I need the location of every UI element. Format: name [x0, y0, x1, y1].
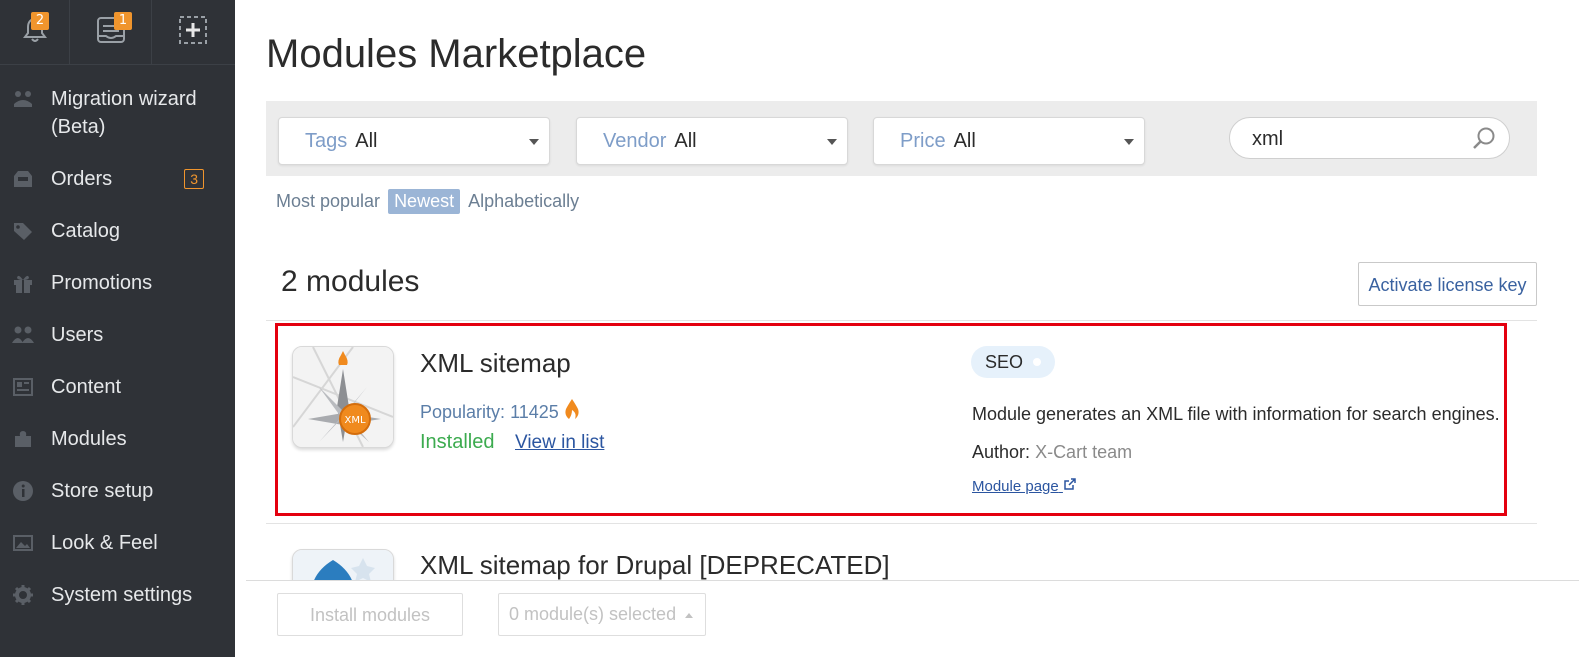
module-page-link[interactable]: Module page [972, 478, 1076, 495]
selected-modules-dropdown[interactable]: 0 module(s) selected [498, 593, 706, 636]
sidebar-item-label: System settings [51, 584, 193, 606]
messages-button[interactable]: 1 [70, 0, 152, 64]
tag-label: SEO [985, 352, 1024, 372]
activate-license-key-button[interactable]: Activate license key [1358, 262, 1537, 306]
add-box-icon [178, 15, 208, 50]
notifications-count-badge: 2 [31, 12, 49, 30]
price-filter-label: Price [900, 130, 946, 152]
sidebar-item-label: Modules [51, 428, 127, 450]
vendor-filter-select[interactable]: Vendor All [576, 117, 848, 165]
sort-options: Most popular Newest Alphabetically [270, 189, 587, 214]
module-title[interactable]: XML sitemap for Drupal [DEPRECATED] [420, 550, 890, 580]
fire-icon [564, 399, 580, 422]
page-title: Modules Marketplace [266, 32, 647, 76]
chevron-down-icon [827, 139, 837, 145]
sidebar-item-label: Store setup [51, 480, 154, 502]
sidebar-item-migration-wizard[interactable]: Migration wizard (Beta) [0, 73, 235, 153]
sidebar-item-content[interactable]: Content [0, 361, 235, 413]
sidebar-item-label: Catalog [51, 220, 120, 242]
info-icon [11, 479, 35, 503]
sidebar-item-store-setup[interactable]: Store setup [0, 465, 235, 517]
module-author: Author: X-Cart team [972, 442, 1132, 463]
sidebar-nav: Migration wizard (Beta) Orders 3 Catalog… [0, 65, 235, 621]
sidebar: 2 1 Migration wizard (Beta) Orders 3 Cat… [0, 0, 235, 657]
modules-count: 2 modules [281, 265, 420, 298]
sort-newest[interactable]: Newest [388, 189, 461, 214]
price-filter-value: All [953, 130, 976, 152]
puzzle-icon [11, 427, 35, 451]
external-link-icon [1063, 478, 1076, 495]
module-card: XML sitemap for Drupal [DEPRECATED] [266, 523, 1537, 580]
quick-add-button[interactable] [152, 0, 234, 64]
users-icon [11, 323, 35, 347]
sidebar-item-label: Users [51, 324, 104, 346]
notifications-button[interactable]: 2 [0, 0, 70, 64]
author-name: X-Cart team [1035, 442, 1133, 462]
author-label: Author: [972, 442, 1031, 462]
tag-icon [11, 219, 35, 243]
sidebar-item-system-settings[interactable]: System settings [0, 569, 235, 621]
content-icon [11, 375, 35, 399]
sidebar-item-label: Promotions [51, 272, 153, 294]
module-description: Module generates an XML file with inform… [972, 404, 1500, 424]
module-installed-status: Installed [420, 431, 495, 453]
sidebar-item-users[interactable]: Users [0, 309, 235, 361]
image-icon [11, 531, 35, 555]
popularity-label: Popularity: [420, 402, 506, 422]
sort-most-popular[interactable]: Most popular [270, 189, 386, 214]
view-in-list-link[interactable]: View in list [515, 432, 604, 454]
module-tag-seo[interactable]: SEO [971, 346, 1055, 378]
selected-modules-label: 0 module(s) selected [509, 604, 677, 624]
filter-bar: Tags All Vendor All Price All [266, 101, 1537, 176]
vendor-filter-label: Vendor [603, 130, 667, 152]
xml-icon-text: XML [344, 415, 365, 426]
chevron-up-icon [685, 613, 693, 618]
gift-icon [11, 271, 35, 295]
sidebar-item-modules[interactable]: Modules [0, 413, 235, 465]
sidebar-item-look-feel[interactable]: Look & Feel [0, 517, 235, 569]
sidebar-item-label: Look & Feel [51, 532, 158, 554]
price-filter-select[interactable]: Price All [873, 117, 1145, 165]
xml-sitemap-module-icon: XML [292, 346, 394, 448]
main-content: Modules Marketplace Tags All Vendor All Pr… [235, 0, 1579, 657]
sidebar-item-promotions[interactable]: Promotions [0, 257, 235, 309]
tags-filter-select[interactable]: Tags All [278, 117, 550, 165]
sort-alphabetically[interactable]: Alphabetically [462, 189, 585, 214]
tags-filter-value: All [355, 130, 378, 152]
module-card: XML XML sitemap Popularity: 11425 Instal… [266, 320, 1537, 523]
tag-dot-icon [1033, 358, 1041, 366]
module-title[interactable]: XML sitemap [420, 348, 571, 379]
migration-icon [11, 87, 35, 111]
gear-icon [11, 583, 35, 607]
sidebar-item-label: Migration wizard (Beta) [51, 88, 197, 138]
sidebar-item-catalog[interactable]: Catalog [0, 205, 235, 257]
tags-filter-label: Tags [305, 130, 348, 152]
orders-icon [11, 167, 35, 191]
chevron-down-icon [1124, 139, 1134, 145]
messages-count-badge: 1 [114, 12, 132, 30]
sidebar-item-orders[interactable]: Orders 3 [0, 153, 235, 205]
popularity-value: 11425 [510, 402, 559, 422]
search-input[interactable] [1250, 126, 1464, 152]
search-box [1229, 117, 1510, 159]
sidebar-item-label: Orders [51, 168, 113, 190]
orders-count-badge: 3 [184, 169, 204, 189]
module-page-label: Module page [972, 478, 1059, 495]
module-popularity: Popularity: 11425 [420, 398, 580, 423]
bottom-action-bar: Install modules 0 module(s) selected [246, 580, 1579, 657]
sidebar-topbar: 2 1 [0, 0, 235, 65]
search-icon[interactable] [1471, 126, 1497, 157]
drupal-module-icon [292, 549, 394, 580]
vendor-filter-value: All [674, 130, 697, 152]
install-modules-button[interactable]: Install modules [277, 593, 463, 636]
sidebar-item-label: Content [51, 376, 122, 398]
chevron-down-icon [529, 139, 539, 145]
